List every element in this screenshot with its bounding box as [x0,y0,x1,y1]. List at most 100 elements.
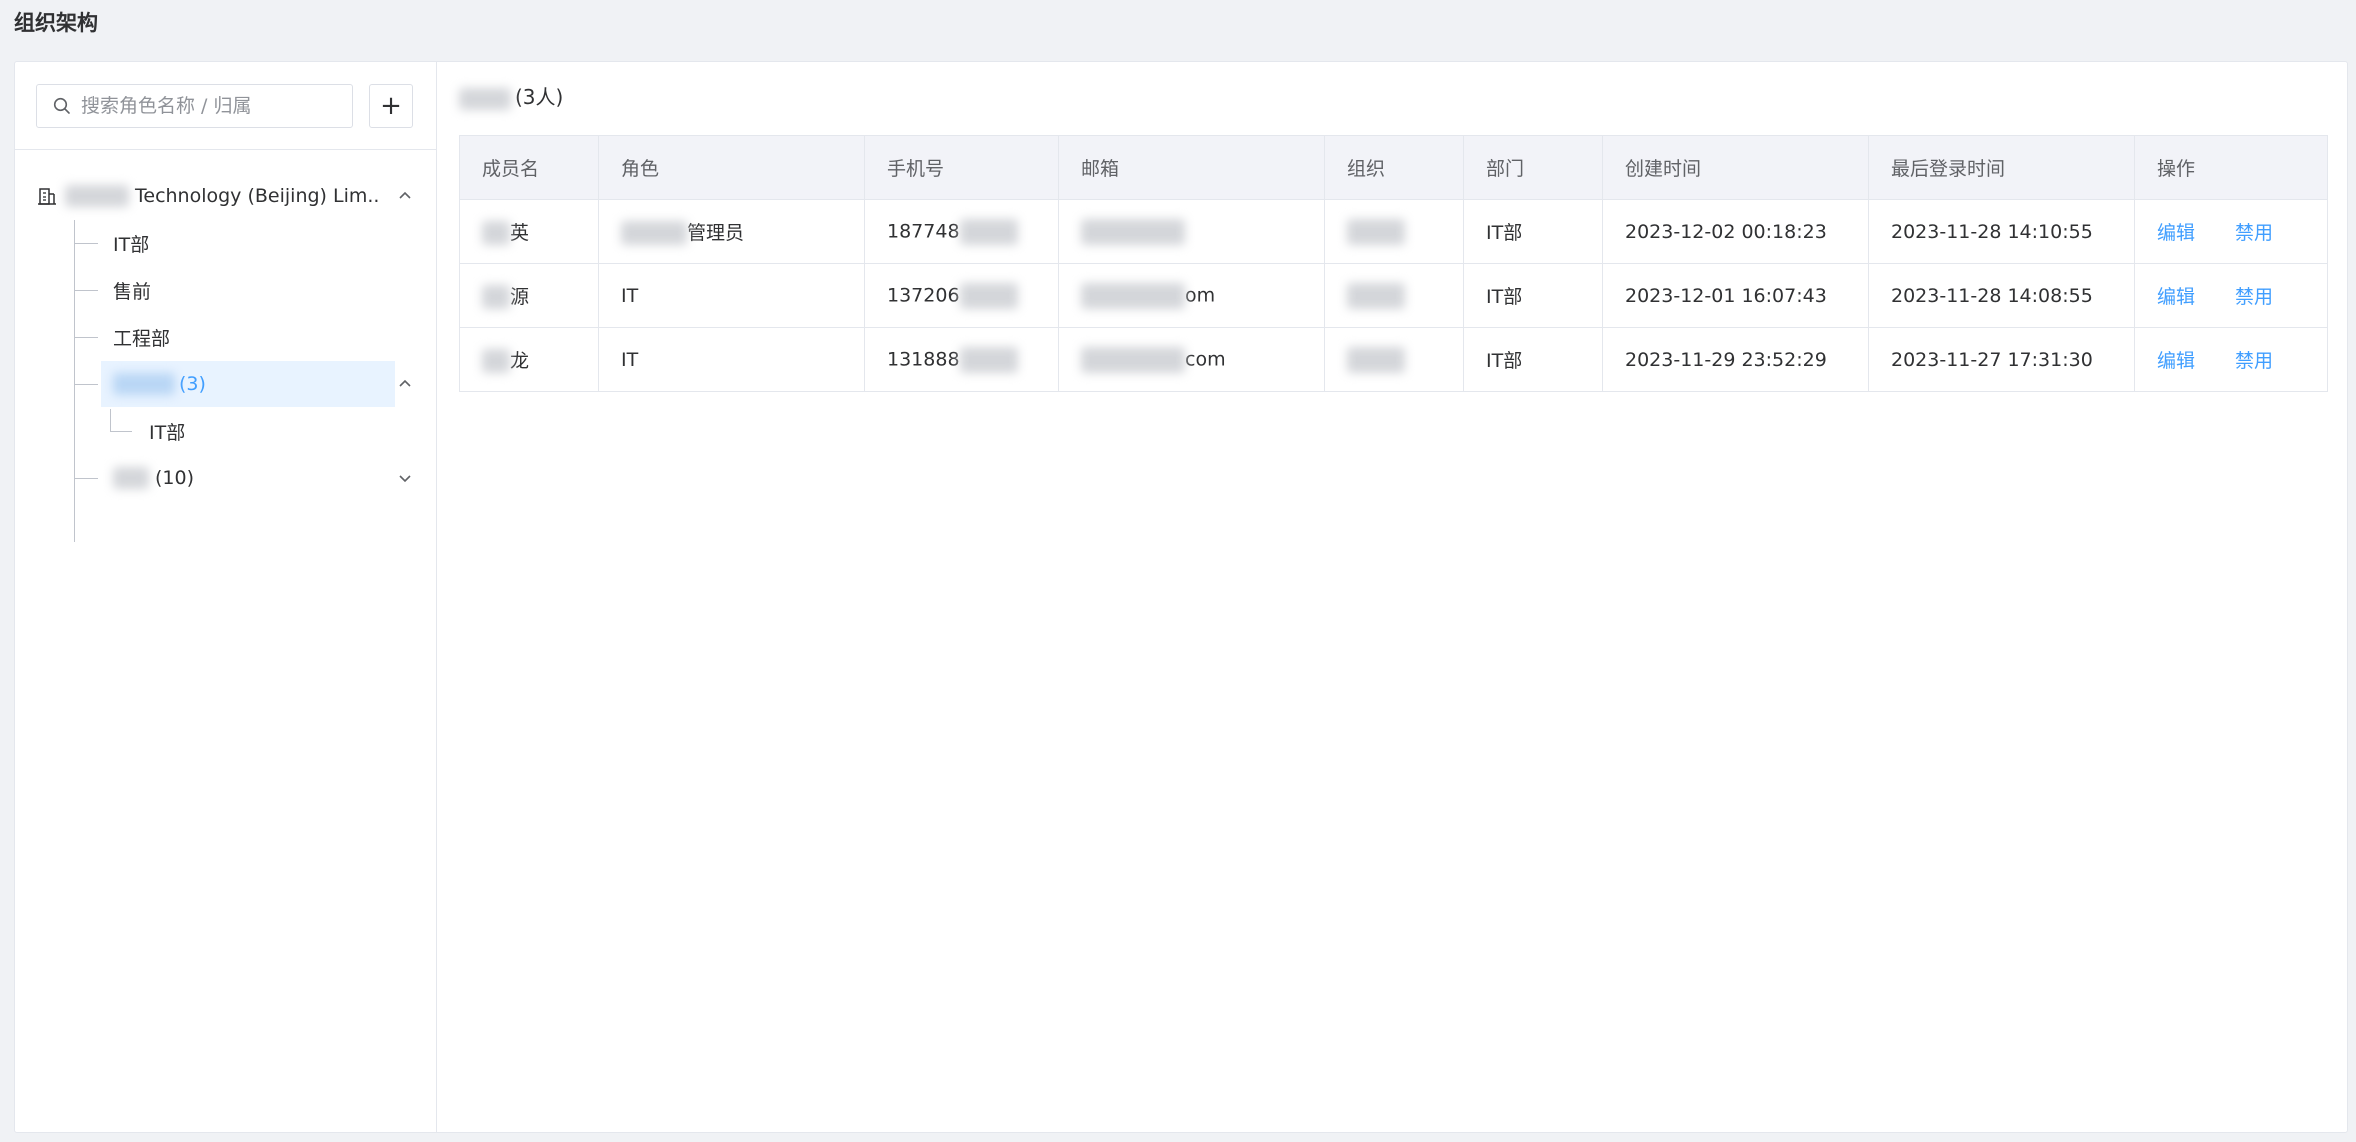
last-login-cell: 2023-11-28 14:10:55 [1868,199,2135,264]
tree-item-engineering[interactable]: 工程部 [101,314,401,360]
table-row: 龙 IT 131888 com IT部 2023-11-29 23:52:29 … [459,327,2328,392]
add-button[interactable]: + [369,84,413,128]
redacted-text [113,467,149,489]
org-card: + Technology (Beijing) Lim.. [14,61,2348,1133]
actions-cell: 编辑 禁用 [2134,199,2328,264]
member-name-cell: 英 [459,199,599,264]
chevron-down-icon[interactable] [397,470,413,486]
email-cell: om [1058,263,1325,328]
tree-item-selected[interactable]: (3) [101,361,395,407]
table-row: 英 管理员 187748 IT部 2023-12-02 00:18:23 202… [459,199,2328,264]
chevron-up-icon[interactable] [397,188,413,204]
email: com [1185,348,1226,370]
dept-cell: IT部 [1463,327,1603,392]
tree-item-label: IT部 [113,233,150,256]
tree-line [74,243,98,244]
column-header: 操作 [2134,135,2328,200]
members-table: 成员名 角色 手机号 邮箱 组织 部门 创建时间 最后登录时间 操作 英 管理员… [459,135,2328,392]
redacted-text [621,221,687,246]
dept-cell: IT部 [1463,199,1603,264]
member-name: 源 [510,285,530,308]
chevron-up-icon[interactable] [397,376,413,392]
table-header-row: 成员名 角色 手机号 邮箱 组织 部门 创建时间 最后登录时间 操作 [459,135,2328,200]
search-box[interactable] [36,84,353,128]
divider [15,149,436,150]
dept-cell: IT部 [1463,263,1603,328]
role-cell: IT [598,263,865,328]
member-count: (3人) [515,85,564,109]
edit-link[interactable]: 编辑 [2157,222,2195,244]
panel-title: (3人) [459,83,563,111]
org-cell [1324,263,1464,328]
redacted-text [65,185,129,207]
column-header: 成员名 [459,135,599,200]
redacted-text [1347,282,1405,309]
table-row: 源 IT 137206 om IT部 2023-12-01 16:07:43 2… [459,263,2328,328]
tree-line [74,337,98,338]
tree-item-label: 售前 [113,280,152,303]
column-header: 角色 [598,135,865,200]
tree-item-label: 工程部 [113,327,171,350]
tree-line [74,384,98,385]
redacted-text [1347,346,1405,373]
redacted-text [459,87,511,110]
role-cell: IT [598,327,865,392]
disable-link[interactable]: 禁用 [2235,222,2273,244]
column-header: 邮箱 [1058,135,1325,200]
last-login-cell: 2023-11-27 17:31:30 [1868,327,2135,392]
edit-link[interactable]: 编辑 [2157,350,2195,372]
role-cell: 管理员 [598,199,865,264]
org-cell [1324,327,1464,392]
column-header: 创建时间 [1602,135,1869,200]
email-cell: com [1058,327,1325,392]
redacted-text [1081,346,1185,373]
redacted-text [113,373,175,395]
org-cell [1324,199,1464,264]
actions-cell: 编辑 禁用 [2134,327,2328,392]
tree-line [110,409,111,431]
redacted-text [482,349,510,374]
disable-link[interactable]: 禁用 [2235,286,2273,308]
last-login-cell: 2023-11-28 14:08:55 [1868,263,2135,328]
page-title: 组织架构 [14,11,98,35]
redacted-text [959,218,1018,245]
phone: 131888 [887,348,960,370]
tree-item-label: (10) [155,467,195,489]
tree-item-label: IT部 [149,421,186,444]
phone-cell: 131888 [864,327,1059,392]
email: om [1185,284,1216,306]
tree-root-label: Technology (Beijing) Lim.. [135,185,380,207]
tree-item-label: (3) [179,373,206,395]
redacted-text [482,221,510,246]
building-icon [38,188,56,205]
tree-root-item[interactable]: Technology (Beijing) Lim.. [35,173,427,219]
redacted-text [1081,282,1185,309]
phone-cell: 187748 [864,199,1059,264]
tree-line [74,478,98,479]
redacted-text [1081,218,1185,245]
phone: 137206 [887,284,960,306]
email-cell [1058,199,1325,264]
search-input[interactable] [81,86,352,126]
redacted-text [959,282,1018,309]
tree-item-it-child[interactable]: IT部 [137,408,397,454]
disable-link[interactable]: 禁用 [2235,350,2273,372]
column-header: 部门 [1463,135,1603,200]
created-cell: 2023-12-01 16:07:43 [1602,263,1869,328]
member-name-cell: 龙 [459,327,599,392]
tree-item-presales[interactable]: 售前 [101,267,401,313]
member-name-cell: 源 [459,263,599,328]
edit-link[interactable]: 编辑 [2157,286,2195,308]
tree-line [110,431,132,432]
tree-item-it[interactable]: IT部 [101,220,401,266]
role: 管理员 [687,221,745,244]
column-header: 手机号 [864,135,1059,200]
tree-item-collapsed[interactable]: (10) [101,455,395,501]
column-header: 最后登录时间 [1868,135,2135,200]
column-header: 组织 [1324,135,1464,200]
created-cell: 2023-11-29 23:52:29 [1602,327,1869,392]
phone-cell: 137206 [864,263,1059,328]
plus-icon: + [380,91,402,121]
member-name: 龙 [510,349,530,372]
org-tree-panel: + Technology (Beijing) Lim.. [15,62,437,1132]
